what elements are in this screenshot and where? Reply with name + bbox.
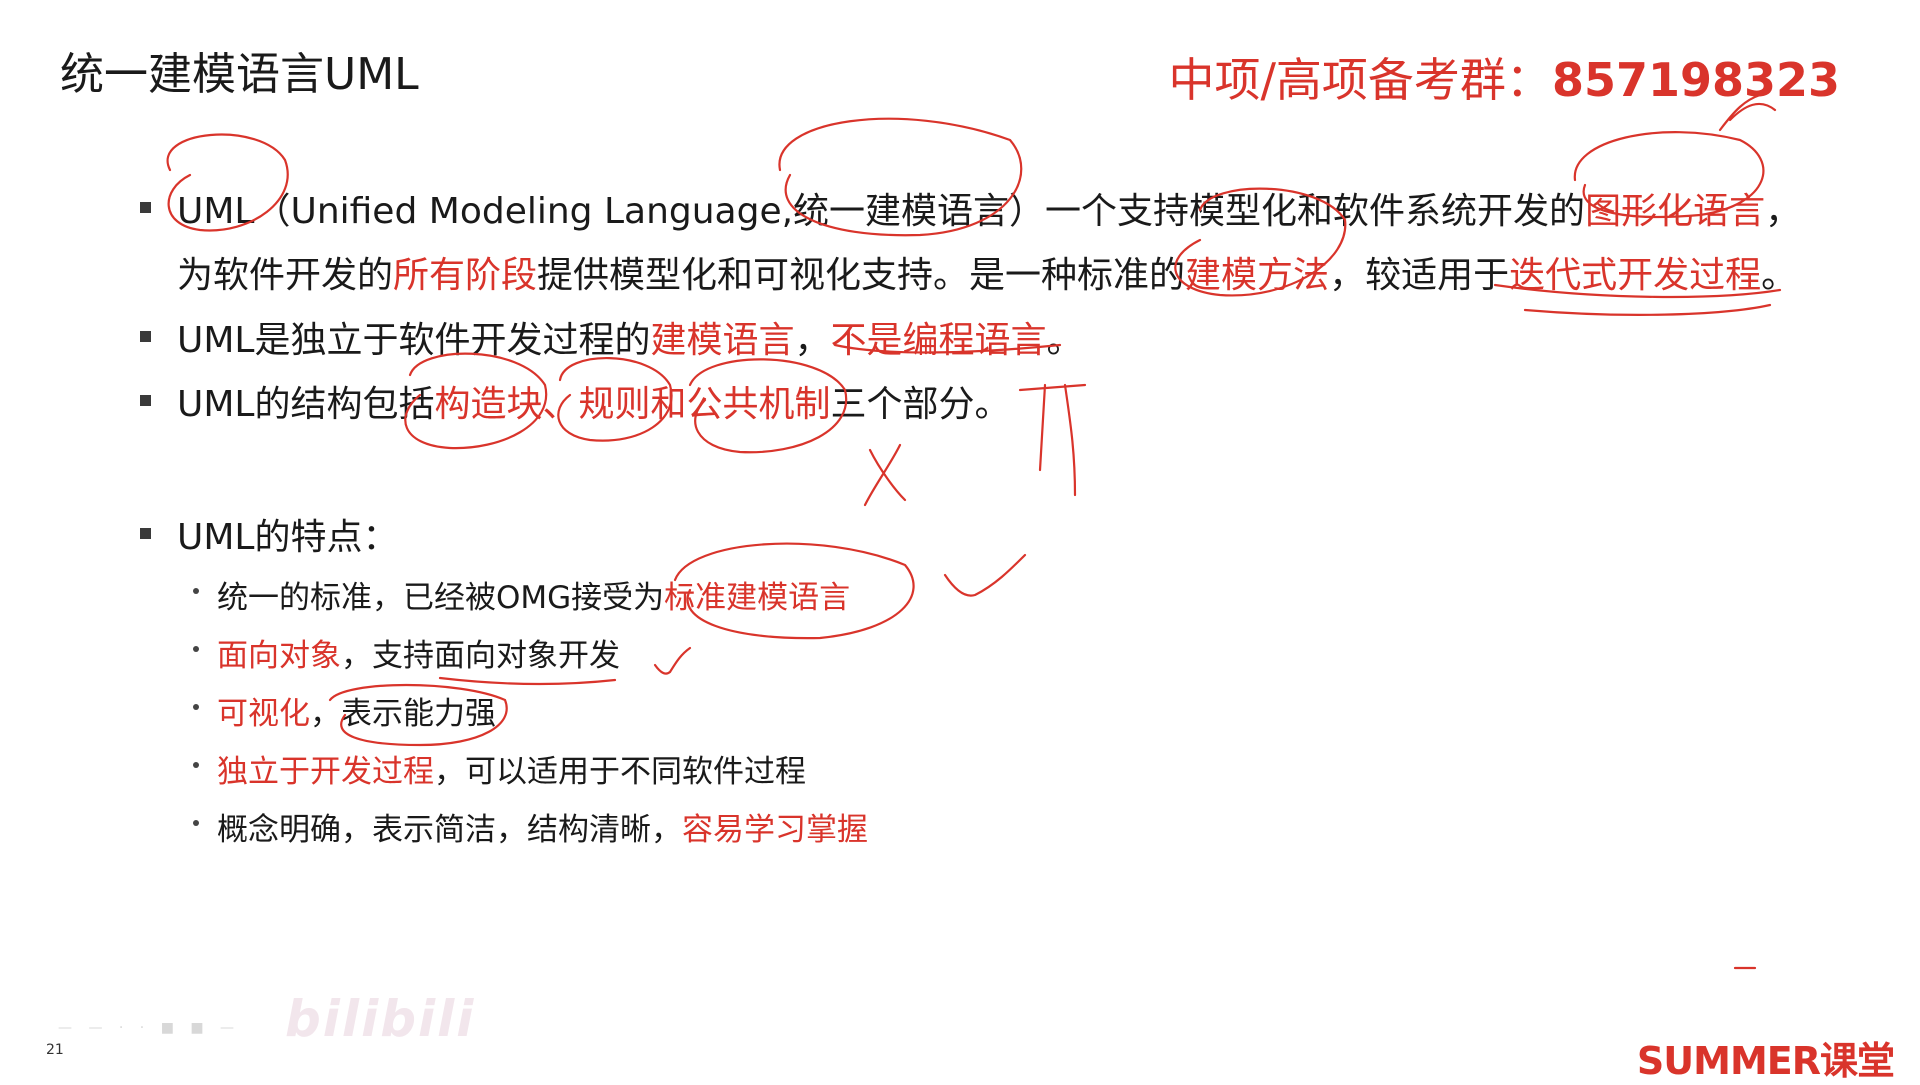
sub-bullet-dot-icon (193, 704, 199, 710)
text-run: ，支持面向对象开发 (341, 638, 620, 674)
text-run: 概念明确，表示简洁，结构清晰， (217, 812, 682, 848)
text-run-highlight: 迭代式开发过程 (1509, 255, 1762, 296)
text-run: UML（Unified Modeling Language,统一建模语言）一个支… (177, 191, 1586, 232)
text-run: 提供模型化和可视化支持。是一种标准的 (537, 255, 1186, 296)
text-run-highlight: 容易学习掌握 (682, 812, 868, 848)
text-run: UML的结构包括 (177, 384, 435, 425)
bullet-3: UML的结构包括构造块、规则和公共机制三个部分。 (177, 375, 1011, 427)
text-run-highlight: 可视化 (217, 696, 310, 732)
text-run: 。 (1761, 255, 1798, 296)
ink-check-1 (943, 553, 1027, 597)
study-group-number: 857198323 (1551, 53, 1840, 107)
text-run: 。 (1046, 320, 1083, 361)
bullet-square-icon (140, 395, 151, 406)
text-run-highlight: 建模方法 (1185, 255, 1330, 296)
ink-check-2 (653, 646, 692, 675)
feature-4: 独立于开发过程，可以适用于不同软件过程 (217, 746, 806, 791)
text-run: ，表示能力强 (310, 696, 496, 732)
sub-bullet-dot-icon (193, 588, 199, 594)
text-run: ，较适用于 (1329, 255, 1510, 296)
text-run: ， (794, 320, 831, 361)
logo-en: SUMMER (1636, 1039, 1821, 1083)
feature-1: 统一的标准，已经被OMG接受为标准建模语言 (217, 572, 850, 617)
ink-x-mark (863, 443, 907, 507)
ink-pi-symbol (1018, 383, 1087, 497)
text-run: ， (1765, 191, 1802, 232)
text-run-highlight: 独立于开发过程 (217, 754, 434, 790)
sub-bullet-dot-icon (193, 646, 199, 652)
text-run-highlight: 标准建模语言 (664, 580, 851, 616)
bilibili-watermark: bilibili (285, 990, 476, 1048)
bullet-1-line-2: 为软件开发的所有阶段提供模型化和可视化支持。是一种标准的建模方法，较适用于迭代式… (177, 246, 1797, 298)
ink-underline-oo (438, 676, 617, 686)
feature-3: 可视化，表示能力强 (217, 688, 496, 733)
summer-logo: SUMMER课堂 (1636, 1030, 1895, 1085)
bullet-4: UML的特点： (177, 508, 398, 560)
bullet-2: UML是独立于软件开发过程的建模语言，不是编程语言。 (177, 311, 1083, 363)
study-group-label: 中项/高项备考群： (1168, 53, 1552, 107)
bullet-square-icon (140, 331, 151, 342)
ink-underline-iterative-2 (1523, 303, 1772, 316)
text-run: 统一的标准，已经被OMG接受为 (217, 580, 665, 616)
watermark-dashes: — — · · ■ ■ — (58, 1020, 241, 1036)
text-run-highlight: 面向对象 (217, 638, 341, 674)
study-group-banner: 中项/高项备考群：857198323 (1168, 44, 1840, 110)
sub-bullet-dot-icon (193, 762, 199, 768)
bullet-1-line-1: UML（Unified Modeling Language,统一建模语言）一个支… (177, 182, 1801, 234)
text-run-highlight: 构造块、规则和公共机制 (434, 384, 831, 425)
text-run: UML是独立于软件开发过程的 (177, 320, 651, 361)
text-run-highlight: 建模语言 (650, 320, 795, 361)
text-run: ，可以适用于不同软件过程 (434, 754, 806, 790)
text-run-highlight: 不是编程语言 (830, 320, 1047, 361)
feature-5: 概念明确，表示简洁，结构清晰，容易学习掌握 (217, 804, 868, 849)
bullet-square-icon (140, 528, 151, 539)
logo-cn: 课堂 (1819, 1039, 1895, 1083)
slide-title: 统一建模语言UML (60, 49, 419, 100)
slide: 统一建模语言UML 中项/高项备考群：857198323 UML（Unified… (0, 0, 1920, 1083)
bullet-square-icon (140, 202, 151, 213)
text-run: UML的特点： (177, 517, 399, 558)
text-run-highlight: 图形化语言 (1585, 191, 1766, 232)
feature-2: 面向对象，支持面向对象开发 (217, 630, 620, 675)
page-number: 21 (46, 1042, 64, 1058)
text-run: 三个部分。 (830, 384, 1011, 425)
text-run-highlight: 所有阶段 (393, 255, 538, 296)
text-run: 为软件开发的 (177, 255, 394, 296)
sub-bullet-dot-icon (193, 820, 199, 826)
